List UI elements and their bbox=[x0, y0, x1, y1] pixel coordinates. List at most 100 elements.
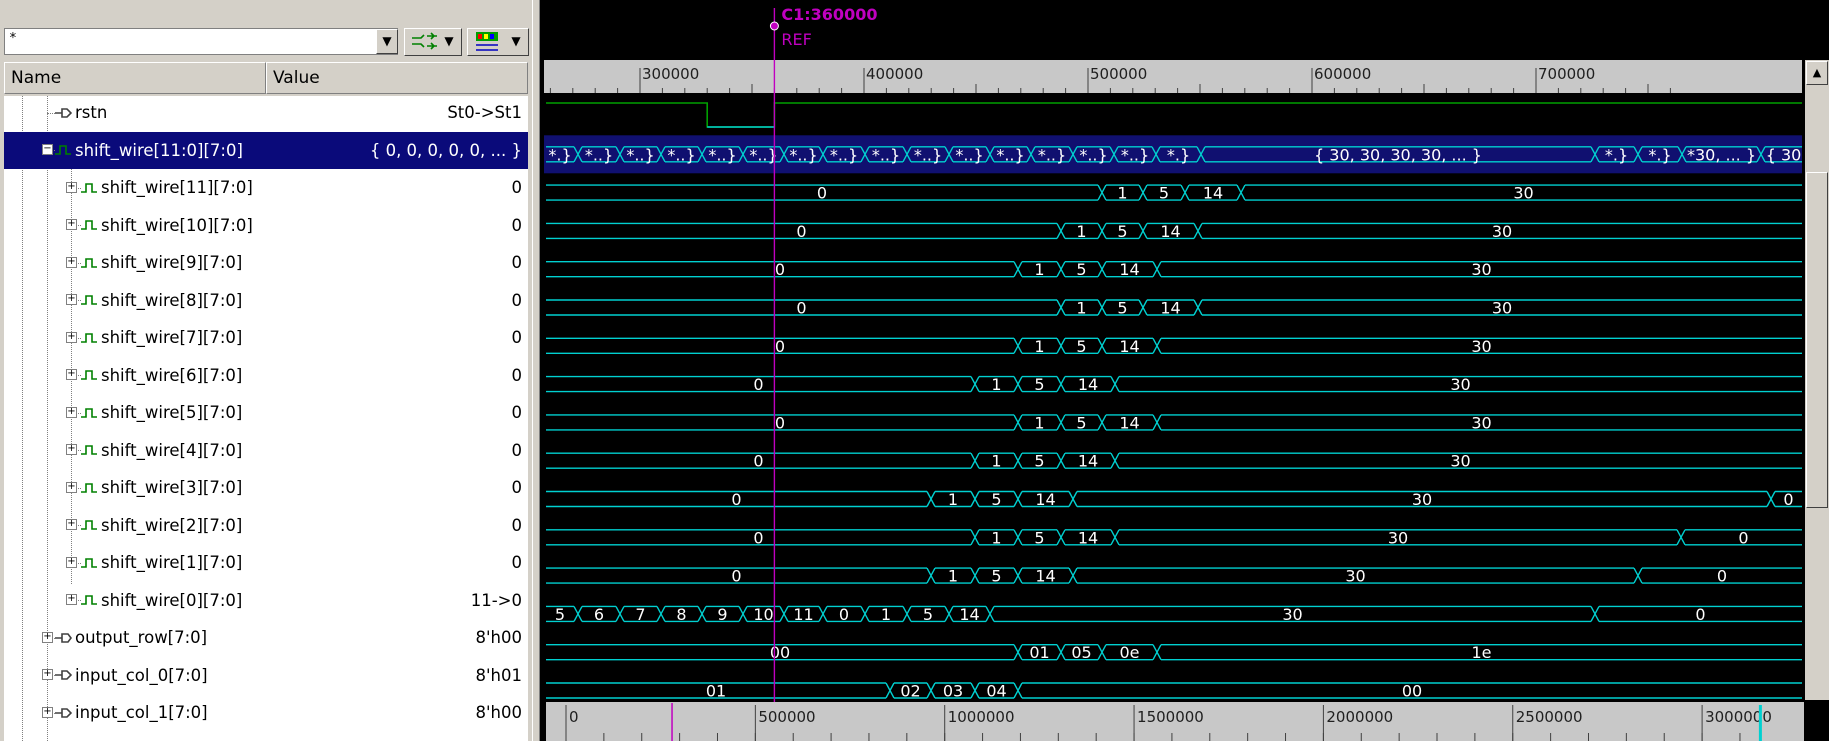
wave-value-label: *..} bbox=[1038, 145, 1066, 164]
signal-row[interactable]: + shift_wire[0][7:0] 11->0 bbox=[4, 582, 528, 620]
signal-name-label: shift_wire[8][7:0] bbox=[101, 290, 243, 310]
signal-value: 0 bbox=[511, 253, 523, 273]
wave-value-label: *..} bbox=[955, 145, 983, 164]
scroll-up-button[interactable]: ▲ bbox=[1806, 61, 1828, 85]
signal-name-label: shift_wire[3][7:0] bbox=[101, 478, 243, 498]
expand-toggle[interactable]: + bbox=[66, 481, 77, 493]
wave-value-label: 1 bbox=[948, 490, 958, 509]
pane-splitter[interactable] bbox=[532, 0, 540, 741]
value-column-header[interactable]: Value bbox=[266, 62, 528, 94]
wave-value-label: 6 bbox=[594, 605, 604, 624]
signal-row[interactable]: rstn St0->St1 bbox=[4, 96, 528, 132]
expand-toggle[interactable]: + bbox=[42, 631, 53, 643]
wave-value-label: 14 bbox=[1078, 452, 1098, 471]
wave-value-label: 30 bbox=[1471, 413, 1491, 432]
signal-name-label: shift_wire[1][7:0] bbox=[101, 553, 243, 573]
signal-name-label: shift_wire[4][7:0] bbox=[101, 440, 243, 460]
waveform-canvas[interactable]: 300000 400000 500000 600000 700000*.} *..} *..… bbox=[540, 0, 1829, 741]
signal-name: rstn bbox=[54, 96, 107, 132]
signal-value: 0 bbox=[511, 290, 523, 310]
scroll-thumb[interactable] bbox=[1806, 172, 1828, 508]
signal-row[interactable]: + shift_wire[8][7:0] 0 bbox=[4, 282, 528, 320]
wave-value-label: 1e bbox=[1471, 643, 1491, 662]
wave-value-label: 30 bbox=[1450, 452, 1470, 471]
wave-value-label: 01 bbox=[1029, 643, 1049, 662]
expand-toggle[interactable]: + bbox=[66, 556, 77, 568]
filter-dropdown-button[interactable]: ▼ bbox=[376, 29, 398, 54]
expand-toggle[interactable]: + bbox=[66, 256, 77, 268]
signal-name: shift_wire[6][7:0] bbox=[80, 357, 242, 395]
signal-name: shift_wire[7][7:0] bbox=[80, 319, 242, 357]
wave-value-label: 14 bbox=[1160, 222, 1180, 241]
expand-toggle[interactable]: + bbox=[66, 331, 77, 343]
ruler-tick-label: 400000 bbox=[866, 65, 923, 83]
expand-toggle[interactable]: + bbox=[42, 706, 53, 718]
expand-toggle[interactable]: + bbox=[66, 294, 77, 306]
signal-row[interactable]: + shift_wire[10][7:0] 0 bbox=[4, 207, 528, 245]
wave-value-label: *..} bbox=[996, 145, 1024, 164]
signal-value: 0 bbox=[511, 178, 523, 198]
wave-value-label: 5 bbox=[1159, 184, 1169, 203]
signal-name: shift_wire[5][7:0] bbox=[80, 394, 242, 432]
signal-row[interactable]: + shift_wire[6][7:0] 0 bbox=[4, 357, 528, 395]
wave-value-label: 1 bbox=[1076, 299, 1086, 318]
wave-value-label: 30 bbox=[1345, 567, 1365, 586]
expand-toggle[interactable]: + bbox=[66, 219, 77, 231]
expand-toggle[interactable]: + bbox=[66, 519, 77, 531]
expand-toggle[interactable]: + bbox=[66, 369, 77, 381]
wave-value-label: 11 bbox=[793, 605, 813, 624]
wave-value-label: 0 bbox=[775, 413, 785, 432]
wave-value-label: 0 bbox=[731, 567, 741, 586]
signal-value: 0 bbox=[511, 553, 523, 573]
bus-icon bbox=[81, 595, 97, 606]
signal-row[interactable]: − shift_wire[11:0][7:0] { 0, 0, 0, 0, 0, .… bbox=[4, 131, 528, 169]
name-column-header[interactable]: Name bbox=[4, 62, 266, 94]
wave-value-label: 30 bbox=[1388, 528, 1408, 547]
signal-row[interactable]: + shift_wire[3][7:0] 0 bbox=[4, 469, 528, 507]
signal-row[interactable]: + shift_wire[4][7:0] 0 bbox=[4, 432, 528, 470]
wave-value-label: 5 bbox=[555, 605, 565, 624]
overview-view-marker bbox=[1758, 705, 1762, 741]
wave-value-label: { 30, 30, 30, 30, ... } bbox=[1314, 145, 1482, 164]
signal-row[interactable]: + input_col_0[7:0] 8'h01 bbox=[4, 657, 528, 695]
signal-row[interactable]: + shift_wire[7][7:0] 0 bbox=[4, 319, 528, 357]
wave-value-label: 0 bbox=[796, 299, 806, 318]
expand-toggle[interactable]: + bbox=[66, 444, 77, 456]
signal-row[interactable]: + shift_wire[9][7:0] 0 bbox=[4, 244, 528, 282]
expand-toggle[interactable]: + bbox=[42, 669, 53, 681]
wave-value-label: 0 bbox=[1783, 490, 1793, 509]
signal-value: 8'h00 bbox=[475, 703, 523, 723]
signal-value: St0->St1 bbox=[447, 103, 522, 123]
wave-value-label: 14 bbox=[1160, 299, 1180, 318]
wave-value-label: 14 bbox=[1078, 375, 1098, 394]
expand-toggle[interactable]: + bbox=[66, 594, 77, 606]
signal-row[interactable]: + shift_wire[1][7:0] 0 bbox=[4, 544, 528, 582]
signal-filter-input[interactable]: * bbox=[4, 28, 398, 55]
wave-value-label: *..} bbox=[789, 145, 817, 164]
overview-tick-label: 2000000 bbox=[1326, 708, 1393, 726]
signal-name-label: shift_wire[6][7:0] bbox=[101, 365, 243, 385]
signal-row[interactable]: + shift_wire[11][7:0] 0 bbox=[4, 169, 528, 207]
wave-value-label: 5 bbox=[991, 490, 1001, 509]
ruler-tick-label: 700000 bbox=[1538, 65, 1595, 83]
wave-value-label: 8 bbox=[676, 605, 686, 624]
signal-row[interactable]: + input_col_1[7:0] 8'h00 bbox=[4, 694, 528, 732]
signal-row[interactable]: + shift_wire[2][7:0] 0 bbox=[4, 507, 528, 545]
vertical-scrollbar[interactable]: ▲ bbox=[1805, 60, 1829, 700]
wave-value-label: 05 bbox=[1071, 643, 1091, 662]
signal-color-button[interactable]: ▼ bbox=[467, 28, 529, 56]
signal-format-button[interactable]: ▼ bbox=[404, 28, 462, 56]
expand-toggle[interactable]: + bbox=[66, 406, 77, 418]
signal-name-label: shift_wire[10][7:0] bbox=[101, 215, 253, 235]
signal-row[interactable]: + shift_wire[5][7:0] 0 bbox=[4, 394, 528, 432]
wave-value-label: 10 bbox=[753, 605, 773, 624]
wave-value-label: *..} bbox=[708, 145, 736, 164]
wave-value-label: 30 bbox=[1471, 260, 1491, 279]
bus-icon bbox=[81, 220, 97, 231]
chevron-down-icon: ▼ bbox=[506, 30, 526, 54]
collapse-toggle[interactable]: − bbox=[42, 144, 53, 156]
signal-row[interactable]: + output_row[7:0] 8'h00 bbox=[4, 619, 528, 657]
expand-toggle[interactable]: + bbox=[66, 181, 77, 193]
signal-value: 0 bbox=[511, 328, 523, 348]
wave-value-label: 00 bbox=[1402, 682, 1422, 701]
